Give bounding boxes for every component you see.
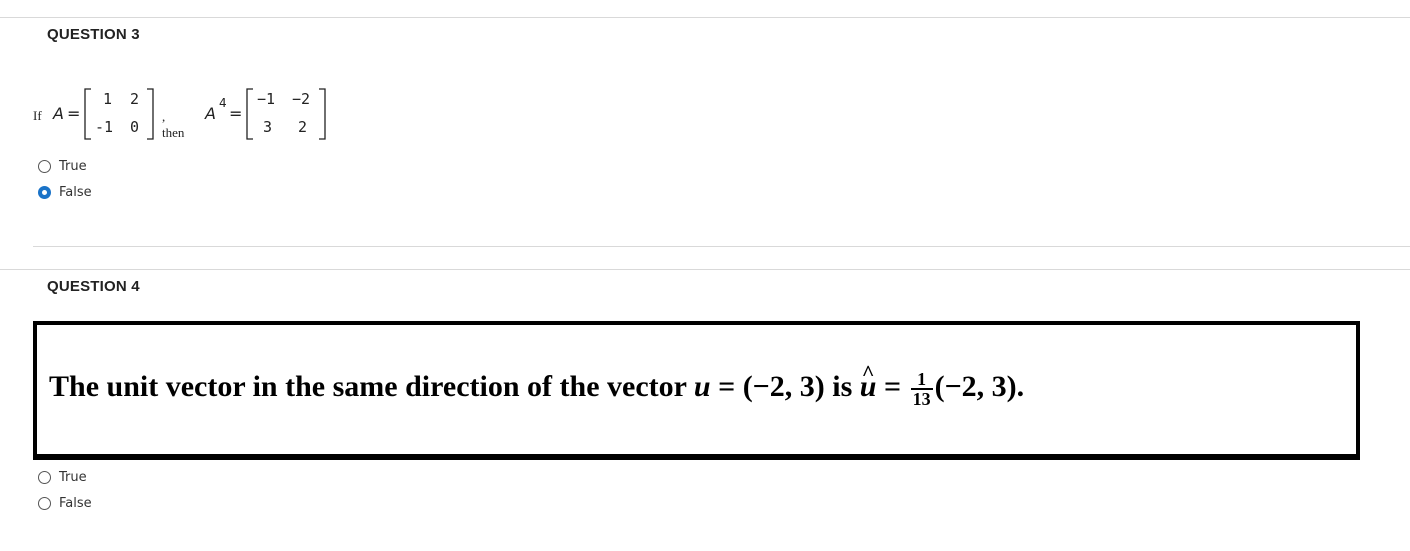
question-4-top-divider bbox=[0, 269, 1410, 270]
question-4-statement-image: The unit vector in the same direction of… bbox=[33, 321, 1360, 460]
fraction-numerator: 1 bbox=[917, 369, 927, 389]
fraction-denominator: 13 bbox=[910, 388, 933, 409]
matrix-a4-cell: −1 bbox=[257, 90, 276, 108]
option-label[interactable]: True bbox=[59, 159, 87, 174]
question-3-option-true[interactable]: True bbox=[38, 156, 87, 176]
fraction: 1 13 bbox=[910, 369, 933, 409]
radio-button-unchecked[interactable] bbox=[38, 159, 51, 173]
matrix-a-cell: -1 bbox=[95, 118, 114, 136]
question-3-top-divider bbox=[0, 17, 1410, 18]
prompt-if-text: If bbox=[33, 108, 42, 123]
matrix-a4-left-bracket bbox=[246, 88, 253, 140]
matrix-a4-cell: 2 bbox=[298, 118, 308, 136]
hat-symbol: ^ bbox=[861, 360, 875, 385]
question-4-statement: The unit vector in the same direction of… bbox=[49, 360, 1025, 409]
radio-button-unchecked[interactable] bbox=[38, 470, 51, 484]
radio-button-unchecked[interactable] bbox=[38, 496, 51, 510]
prompt-then-text: , then bbox=[162, 109, 185, 140]
matrix-a-right-bracket bbox=[147, 88, 154, 140]
equals-sign-1: = bbox=[67, 104, 81, 123]
matrix-a-cell: 1 bbox=[103, 90, 113, 108]
matrix-a-label: A bbox=[53, 104, 64, 123]
statement-tail: (−2, 3). bbox=[934, 370, 1025, 403]
equals-sign-2: = bbox=[229, 104, 243, 123]
question-3-title: QUESTION 3 bbox=[47, 26, 140, 43]
statement-text: The unit vector in the same direction of… bbox=[49, 370, 694, 403]
matrix-a4-cell: 3 bbox=[263, 118, 273, 136]
question-4-option-false[interactable]: False bbox=[38, 493, 92, 513]
vector-u: u bbox=[693, 370, 711, 403]
radio-button-checked[interactable] bbox=[38, 185, 51, 199]
option-label[interactable]: False bbox=[59, 496, 92, 511]
option-label[interactable]: False bbox=[59, 185, 92, 200]
statement-equals: = bbox=[876, 370, 909, 403]
question-3-bottom-divider bbox=[33, 246, 1410, 247]
matrix-a-cell: 2 bbox=[130, 90, 140, 108]
question-4-title: QUESTION 4 bbox=[47, 278, 140, 295]
matrix-a-left-bracket bbox=[84, 88, 91, 140]
statement-equation: = (−2, 3) is bbox=[710, 370, 860, 403]
option-label[interactable]: True bbox=[59, 470, 87, 485]
matrix-a4-label: A bbox=[205, 104, 216, 123]
unit-vector-u-hat: ^ u bbox=[860, 360, 877, 404]
matrix-a4-exponent: 4 bbox=[219, 96, 227, 110]
matrix-a4-right-bracket bbox=[319, 88, 326, 140]
question-4-option-true[interactable]: True bbox=[38, 467, 87, 487]
question-3-option-false[interactable]: False bbox=[38, 182, 92, 202]
matrix-a4-cell: −2 bbox=[292, 90, 311, 108]
matrix-a-cell: 0 bbox=[130, 118, 140, 136]
